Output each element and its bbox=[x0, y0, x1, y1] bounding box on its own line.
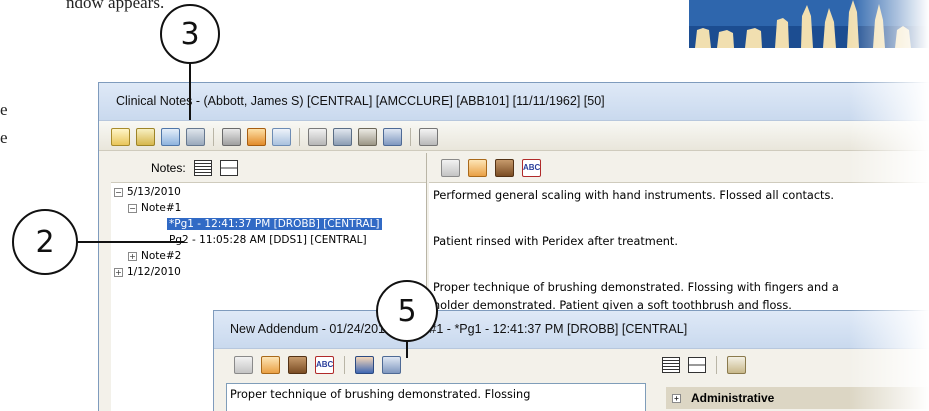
addendum-window-title: New Addendum - 01/24/2012 - Note#1 - *Pg… bbox=[214, 311, 929, 349]
callout-3-leader bbox=[189, 62, 191, 120]
tree-item-date[interactable]: − 5/13/2010 bbox=[114, 185, 181, 199]
tree-item-label: Note#2 bbox=[141, 250, 182, 262]
template-icon[interactable] bbox=[727, 356, 746, 374]
refresh-note-icon[interactable] bbox=[247, 128, 266, 146]
note-text-line: Proper technique of brushing demonstrate… bbox=[433, 281, 839, 294]
new-addendum-window: New Addendum - 01/24/2012 - Note#1 - *Pg… bbox=[213, 310, 929, 411]
collapse-all-icon[interactable] bbox=[688, 357, 706, 373]
tree-item-date[interactable]: + 1/12/2010 bbox=[114, 265, 181, 279]
tree-item-label: *Pg1 - 12:41:37 PM [DROBB] [CENTRAL] bbox=[167, 218, 382, 230]
collapse-icon[interactable]: − bbox=[114, 187, 123, 197]
addendum-toolbar: ABC bbox=[234, 351, 401, 379]
administrative-label: Administrative bbox=[691, 391, 775, 405]
tree-item-label: Pg2 - 11:05:28 AM [DDS1] [CENTRAL] bbox=[169, 234, 367, 246]
expand-icon[interactable]: + bbox=[672, 393, 681, 403]
edit-note-icon[interactable] bbox=[186, 128, 205, 146]
tree-item-label: Note#1 bbox=[141, 202, 182, 214]
paste-icon[interactable] bbox=[495, 158, 514, 177]
copy-icon[interactable] bbox=[261, 356, 280, 374]
cut-icon[interactable] bbox=[441, 158, 460, 177]
paste-icon[interactable] bbox=[288, 356, 307, 374]
window-title: Clinical Notes - (Abbott, James S) [CENT… bbox=[99, 83, 929, 121]
tree-item-note[interactable]: + Note#2 bbox=[128, 249, 181, 263]
spell-check-icon[interactable]: ABC bbox=[315, 356, 334, 374]
document-margin-letter: e bbox=[0, 128, 8, 147]
notes-header: Notes: bbox=[111, 153, 426, 183]
note-text-line: Patient rinsed with Peridex after treatm… bbox=[433, 235, 678, 248]
toolbar-separator bbox=[716, 356, 717, 374]
document-text-fragment: ndow appears. bbox=[66, 0, 165, 12]
administrative-category[interactable]: + Administrative bbox=[666, 387, 929, 409]
expand-icon[interactable]: + bbox=[114, 267, 123, 277]
spell-check-icon[interactable]: ABC bbox=[522, 158, 541, 177]
tree-item-page[interactable]: Pg2 - 11:05:28 AM [DDS1] [CENTRAL] bbox=[169, 233, 367, 247]
addendum-template-toolbar bbox=[662, 351, 746, 379]
addendum-text-input[interactable]: Proper technique of brushing demonstrate… bbox=[226, 383, 646, 411]
tree-item-label: 5/13/2010 bbox=[127, 186, 181, 198]
sign-note-icon[interactable] bbox=[222, 128, 241, 146]
expand-all-icon[interactable] bbox=[662, 357, 680, 373]
copy-icon[interactable] bbox=[468, 158, 487, 177]
new-addendum-icon[interactable] bbox=[161, 128, 180, 146]
collapse-all-icon[interactable] bbox=[219, 159, 238, 176]
callout-2: 2 bbox=[12, 209, 78, 275]
provider-user-icon[interactable] bbox=[355, 356, 374, 374]
dental-chart-icon[interactable] bbox=[383, 128, 402, 146]
dental-chart-icon[interactable] bbox=[382, 356, 401, 374]
expand-icon[interactable]: + bbox=[128, 251, 137, 261]
print-icon[interactable] bbox=[419, 128, 438, 146]
note-properties-icon[interactable] bbox=[111, 128, 130, 146]
tree-item-page-selected[interactable]: *Pg1 - 12:41:37 PM [DROBB] [CENTRAL] bbox=[167, 217, 382, 231]
callout-2-leader bbox=[77, 241, 184, 243]
toolbar-separator bbox=[410, 128, 411, 146]
tree-item-note[interactable]: − Note#1 bbox=[128, 201, 181, 215]
templates-icon[interactable] bbox=[308, 128, 327, 146]
toolbar-separator bbox=[344, 356, 345, 374]
tree-item-label: 1/12/2010 bbox=[127, 266, 181, 278]
callout-5: 5 bbox=[376, 280, 438, 342]
document-margin-letter: e bbox=[0, 100, 8, 119]
new-note-icon[interactable] bbox=[136, 128, 155, 146]
note-window-icon[interactable] bbox=[272, 128, 291, 146]
toolbar-separator bbox=[213, 128, 214, 146]
callout-5-leader bbox=[406, 340, 408, 358]
note-text-line: Performed general scaling with hand inst… bbox=[433, 189, 834, 202]
users-icon[interactable] bbox=[358, 128, 377, 146]
callout-3: 3 bbox=[160, 4, 220, 64]
note-text-toolbar: ABC bbox=[429, 153, 929, 183]
collapse-icon[interactable]: − bbox=[128, 203, 137, 213]
main-toolbar bbox=[99, 121, 929, 151]
expand-all-icon[interactable] bbox=[193, 159, 212, 176]
toolbar-separator bbox=[299, 128, 300, 146]
notes-label: Notes: bbox=[151, 160, 186, 175]
teeth-chart-thumbnail bbox=[689, 0, 929, 48]
attach-document-icon[interactable] bbox=[333, 128, 352, 146]
cut-icon[interactable] bbox=[234, 356, 253, 374]
